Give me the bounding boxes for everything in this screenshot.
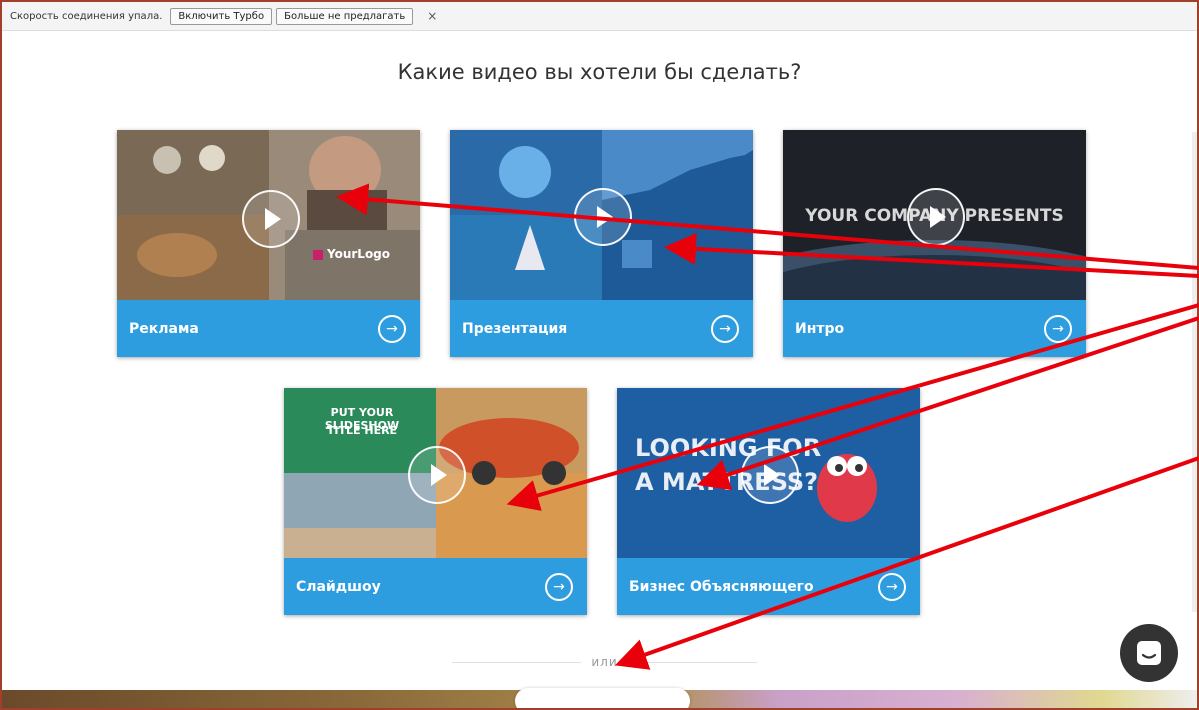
close-icon[interactable]: × — [427, 9, 437, 23]
or-text: или — [591, 655, 618, 669]
video-type-card-presentation[interactable]: Презентация → — [450, 130, 753, 357]
card-footer: Интро → — [783, 300, 1086, 357]
play-icon[interactable] — [741, 446, 799, 504]
arrow-right-icon[interactable]: → — [711, 314, 739, 343]
arrow-right-icon[interactable]: → — [1044, 314, 1072, 343]
divider-line — [452, 661, 582, 663]
card-footer: Бизнес Объясняющего → — [617, 558, 920, 615]
arrow-right-icon[interactable]: → — [378, 314, 406, 343]
arrow-right-icon[interactable]: → — [878, 572, 906, 601]
arrow-right-icon[interactable]: → — [545, 572, 573, 601]
card-label: Презентация — [462, 320, 568, 337]
enable-turbo-button[interactable]: Включить Турбо — [170, 7, 273, 25]
slideshow-subtitle-text: TITLE HERE — [326, 424, 398, 437]
chat-button[interactable] — [1120, 624, 1178, 682]
app-frame: Скорость соединения упала. Включить Турб… — [0, 0, 1199, 710]
your-logo-text: YourLogo — [327, 247, 391, 261]
card-thumbnail — [450, 130, 753, 300]
play-icon[interactable] — [408, 446, 466, 504]
connection-notification-bar: Скорость соединения упала. Включить Турб… — [2, 2, 1197, 31]
card-label: Бизнес Объясняющего — [629, 578, 814, 595]
card-footer: Реклама → — [117, 300, 420, 357]
play-icon[interactable] — [242, 190, 300, 248]
card-label: Слайдшоу — [296, 578, 381, 595]
notification-text: Скорость соединения упала. — [10, 10, 163, 22]
play-icon[interactable] — [907, 188, 965, 246]
dont-suggest-button[interactable]: Больше не предлагать — [276, 7, 414, 25]
divider-line — [627, 661, 757, 663]
card-thumbnail: LOOKING FOR A MATTRESS? — [617, 388, 920, 558]
play-icon[interactable] — [574, 188, 632, 246]
card-thumbnail: YOUR COMPANY PRESENTS — [783, 130, 1086, 300]
chat-icon — [1137, 641, 1161, 665]
video-type-card-slideshow[interactable]: PUT YOUR SLIDESHOW TITLE HERE Слайдшоу → — [284, 388, 587, 615]
card-footer: Презентация → — [450, 300, 753, 357]
card-thumbnail: YourLogo — [117, 130, 420, 300]
partial-side-card — [1192, 132, 1197, 612]
video-type-card-explainer[interactable]: LOOKING FOR A MATTRESS? Бизнес Объясняющ… — [617, 388, 920, 615]
card-label: Интро — [795, 320, 845, 337]
card-label: Реклама — [129, 320, 199, 337]
card-footer: Слайдшоу → — [284, 558, 587, 615]
card-thumbnail: PUT YOUR SLIDESHOW TITLE HERE — [284, 388, 587, 558]
bottom-button[interactable] — [515, 688, 690, 708]
video-type-card-ad[interactable]: YourLogo Реклама → — [117, 130, 420, 357]
or-divider: или — [452, 652, 757, 672]
page-title: Какие видео вы хотели бы сделать? — [397, 60, 802, 84]
video-type-card-intro[interactable]: YOUR COMPANY PRESENTS Интро → — [783, 130, 1086, 357]
